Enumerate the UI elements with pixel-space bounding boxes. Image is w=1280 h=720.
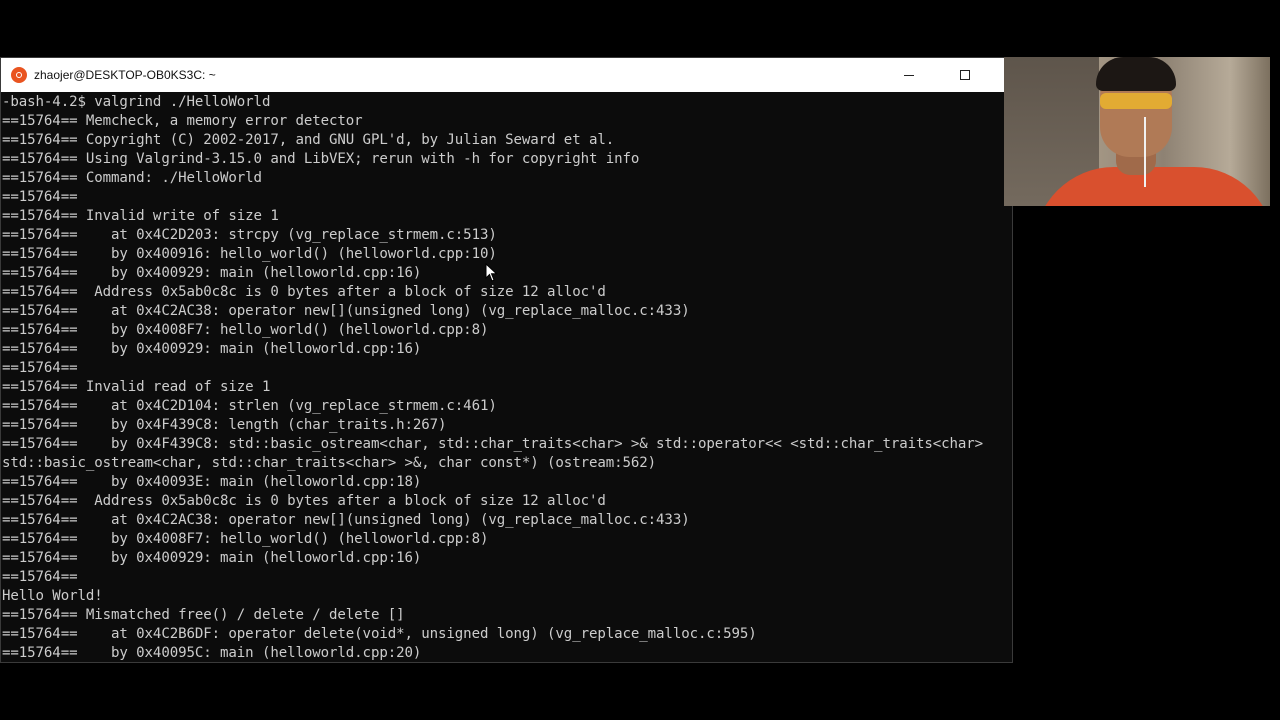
minimize-button[interactable] [881, 58, 936, 92]
terminal-line: ==15764== Command: ./HelloWorld [2, 170, 262, 186]
terminal-line: Hello World! [2, 588, 103, 604]
terminal-line: ==15764== by 0x40095C: main (helloworld.… [2, 645, 422, 661]
webcam-overlay [1004, 57, 1270, 206]
terminal-line: ==15764== Memcheck, a memory error detec… [2, 113, 363, 129]
terminal-line: ==15764== by 0x4008F7: hello_world() (he… [2, 531, 489, 547]
terminal-line: ==15764== at 0x4C2D203: strcpy (vg_repla… [2, 227, 497, 243]
terminal-line: std::basic_ostream<char, std::char_trait… [2, 455, 657, 471]
terminal-line: ==15764== by 0x400916: hello_world() (he… [2, 246, 497, 262]
maximize-icon [959, 70, 970, 80]
terminal-window: zhaojer@DESKTOP-OB0KS3C: ~ -bash-4.2$ va… [0, 57, 1013, 663]
terminal-line: ==15764== Mismatched free() / delete / d… [2, 607, 405, 623]
terminal-line: ==15764== [2, 360, 78, 376]
terminal-line: ==15764== by 0x400929: main (helloworld.… [2, 341, 422, 357]
terminal-line: ==15764== by 0x400929: main (helloworld.… [2, 265, 422, 281]
terminal-line: ==15764== Copyright (C) 2002-2017, and G… [2, 132, 615, 148]
terminal-line: ==15764== at 0x4C2B6DF: operator delete(… [2, 626, 757, 642]
terminal-line: ==15764== by 0x4F439C8: std::basic_ostre… [2, 436, 984, 452]
window-title: zhaojer@DESKTOP-OB0KS3C: ~ [34, 68, 216, 82]
terminal-line: ==15764== by 0x4F439C8: length (char_tra… [2, 417, 447, 433]
terminal-line: ==15764== by 0x400929: main (helloworld.… [2, 550, 422, 566]
terminal-line: ==15764== at 0x4C2D104: strlen (vg_repla… [2, 398, 497, 414]
terminal-line: ==15764== Using Valgrind-3.15.0 and LibV… [2, 151, 640, 167]
terminal-line: ==15764== by 0x40093E: main (helloworld.… [2, 474, 422, 490]
terminal-line: ==15764== Address 0x5ab0c8c is 0 bytes a… [2, 493, 606, 509]
minimize-icon [903, 74, 914, 76]
terminal-line: ==15764== Address 0x5ab0c8c is 0 bytes a… [2, 284, 606, 300]
terminal-line: -bash-4.2$ valgrind ./HelloWorld [2, 94, 271, 110]
terminal-line: ==15764== [2, 569, 78, 585]
ubuntu-icon [11, 67, 27, 83]
title-bar[interactable]: zhaojer@DESKTOP-OB0KS3C: ~ [1, 58, 1005, 92]
terminal-line: ==15764== at 0x4C2AC38: operator new[](u… [2, 512, 690, 528]
terminal-line: ==15764== Invalid read of size 1 [2, 379, 271, 395]
terminal-line: ==15764== at 0x4C2AC38: operator new[](u… [2, 303, 690, 319]
terminal-line: ==15764== by 0x4008F7: hello_world() (he… [2, 322, 489, 338]
terminal-line: ==15764== [2, 189, 78, 205]
maximize-button[interactable] [937, 58, 992, 92]
terminal-output[interactable]: -bash-4.2$ valgrind ./HelloWorld ==15764=… [1, 93, 1012, 662]
terminal-line: ==15764== Invalid write of size 1 [2, 208, 279, 224]
